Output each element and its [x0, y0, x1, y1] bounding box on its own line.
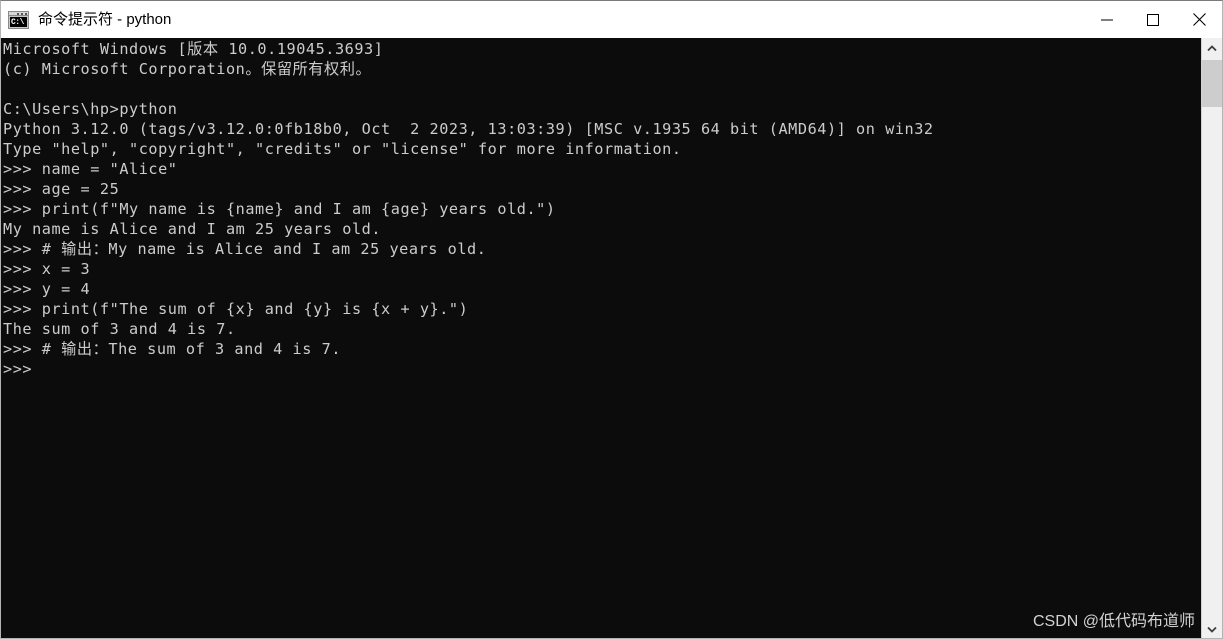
terminal-output-area[interactable]: Microsoft Windows [版本 10.0.19045.3693] (… — [1, 38, 1201, 638]
title-bar[interactable]: C:\ 命令提示符 - python — [1, 1, 1222, 38]
scrollbar-down-button[interactable] — [1202, 619, 1222, 638]
maximize-icon — [1147, 13, 1159, 26]
cmd-icon-screen: C:\ — [10, 16, 27, 27]
cmd-icon-titlebar — [9, 11, 28, 16]
maximize-button[interactable] — [1130, 1, 1176, 38]
title-bar-left: C:\ 命令提示符 - python — [1, 1, 171, 38]
scrollbar-thumb[interactable] — [1202, 60, 1222, 107]
terminal-text: Microsoft Windows [版本 10.0.19045.3693] (… — [3, 40, 934, 378]
vertical-scrollbar[interactable] — [1201, 38, 1222, 638]
minimize-icon — [1101, 19, 1113, 20]
scrollbar-track[interactable] — [1202, 58, 1222, 619]
cmd-icon: C:\ — [8, 10, 29, 29]
chevron-up-icon — [1207, 44, 1217, 51]
scrollbar-up-button[interactable] — [1202, 38, 1222, 58]
minimize-button[interactable] — [1084, 1, 1130, 38]
chevron-down-icon — [1207, 626, 1217, 633]
close-button[interactable] — [1176, 1, 1222, 38]
command-prompt-window: C:\ 命令提示符 - python Microsoft Windows [版本… — [0, 0, 1223, 639]
window-title: 命令提示符 - python — [38, 11, 172, 28]
close-icon — [1192, 13, 1206, 26]
window-controls — [1084, 1, 1222, 38]
